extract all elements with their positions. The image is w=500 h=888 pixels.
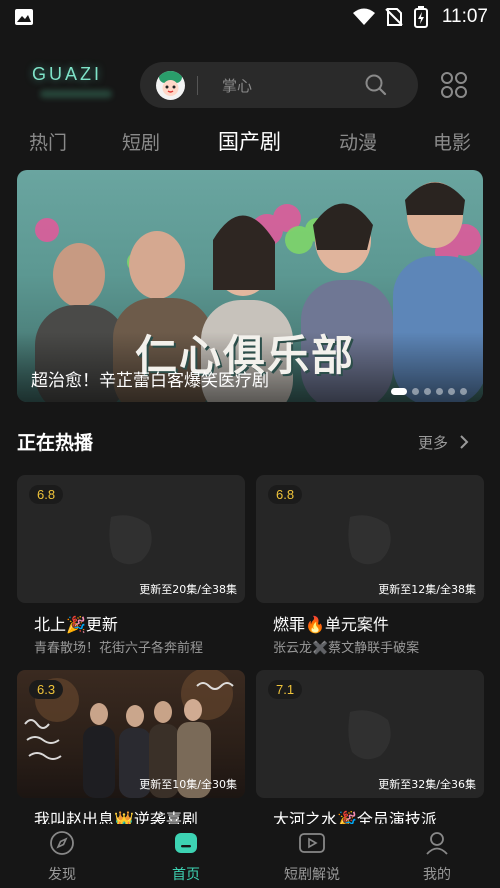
nav-short-drama-commentary[interactable]: 短剧解说: [262, 830, 362, 884]
video-icon: [299, 833, 325, 853]
category-grid-icon[interactable]: [440, 71, 468, 99]
card-thumbnail[interactable]: 6.3 更新至10集/全30集: [17, 670, 245, 798]
chevron-right-icon: [460, 435, 469, 449]
card-thumbnail[interactable]: 6.8 更新至12集/全38集: [256, 475, 484, 603]
banner-dot[interactable]: [460, 388, 467, 395]
episode-status: 更新至20集/全38集: [139, 583, 237, 596]
card-thumbnail[interactable]: 6.8 更新至20集/全38集: [17, 475, 245, 603]
nav-label: 首页: [172, 867, 200, 883]
banner-caption: 超治愈！辛芷蕾白客爆笑医疗剧: [31, 371, 269, 391]
card-subtitle: 张云龙✖️蔡文静联手破案: [273, 641, 420, 656]
search-icon[interactable]: [364, 73, 388, 97]
more-link[interactable]: 更多: [418, 432, 469, 453]
placeholder-logo-icon: [348, 710, 391, 760]
rating-badge: 6.8: [29, 485, 64, 504]
nav-home[interactable]: 首页: [136, 830, 236, 884]
nav-profile[interactable]: 我的: [387, 830, 487, 884]
tab-hot[interactable]: 热门: [29, 128, 67, 155]
bottom-navigation: 发现 首页 短剧解说 我的: [0, 824, 500, 888]
drama-card[interactable]: 6.3 更新至10集/全30集 我叫赵出息👑逆袭喜剧: [17, 670, 245, 830]
tab-domestic-drama[interactable]: 国产剧: [218, 126, 281, 156]
banner-dot[interactable]: [436, 388, 443, 395]
search-bar[interactable]: 掌心: [140, 62, 418, 108]
drama-card[interactable]: 6.8 更新至20集/全38集 北上🎉更新 青春散场！花街六子各奔前程: [17, 475, 245, 656]
battery-icon: [414, 6, 428, 28]
search-input[interactable]: 掌心: [222, 75, 252, 96]
episode-status: 更新至32集/全36集: [378, 778, 476, 791]
category-tabs: 热门 短剧 国产剧 动漫 电影: [0, 124, 500, 160]
drama-card[interactable]: 7.1 更新至32集/全36集 大河之水🎉全员演技派: [256, 670, 484, 830]
featured-banner[interactable]: 仁心俱乐部 超治愈！辛芷蕾白客爆笑医疗剧: [17, 170, 483, 402]
gallery-icon: [15, 9, 33, 25]
profile-icon: [426, 832, 448, 855]
logo-glow: [40, 90, 112, 98]
banner-dot[interactable]: [391, 388, 407, 395]
compass-icon: [50, 831, 74, 855]
card-title[interactable]: 北上🎉更新: [17, 611, 245, 635]
banner-dot[interactable]: [412, 388, 419, 395]
card-thumbnail[interactable]: 7.1 更新至32集/全36集: [256, 670, 484, 798]
rating-badge: 7.1: [268, 680, 303, 699]
card-subtitle: 青春散场！花街六子各奔前程: [34, 641, 204, 656]
nav-label: 发现: [48, 867, 76, 883]
home-icon: [175, 833, 197, 853]
nav-discover[interactable]: 发现: [12, 830, 112, 884]
episode-status: 更新至12集/全38集: [378, 583, 476, 596]
app-logo[interactable]: GUAZI: [32, 64, 102, 85]
episode-status: 更新至10集/全30集: [139, 778, 237, 791]
tab-short-drama[interactable]: 短剧: [122, 128, 160, 155]
avatar[interactable]: [156, 71, 185, 100]
clock: 11:07: [441, 6, 488, 27]
banner-dot[interactable]: [448, 388, 455, 395]
wifi-icon: [353, 8, 375, 25]
avatar-face-icon: [159, 71, 182, 96]
rating-badge: 6.3: [29, 680, 64, 699]
search-divider: [197, 76, 198, 95]
status-bar: 11:07: [0, 0, 500, 34]
section-title: 正在热播: [17, 432, 94, 454]
placeholder-logo-icon: [348, 515, 391, 565]
nav-label: 我的: [423, 867, 451, 883]
tab-anime[interactable]: 动漫: [339, 128, 377, 155]
drama-card[interactable]: 6.8 更新至12集/全38集 燃罪🔥单元案件 张云龙✖️蔡文静联手破案: [256, 475, 484, 656]
more-label[interactable]: 更多: [418, 434, 448, 452]
no-sim-icon: [385, 8, 403, 26]
card-title[interactable]: 燃罪🔥单元案件: [256, 611, 484, 635]
banner-pagination[interactable]: [386, 380, 467, 399]
nav-label: 短剧解说: [284, 867, 340, 883]
placeholder-logo-icon: [109, 515, 152, 565]
tab-movie[interactable]: 电影: [433, 128, 471, 155]
banner-dot[interactable]: [424, 388, 431, 395]
rating-badge: 6.8: [268, 485, 303, 504]
